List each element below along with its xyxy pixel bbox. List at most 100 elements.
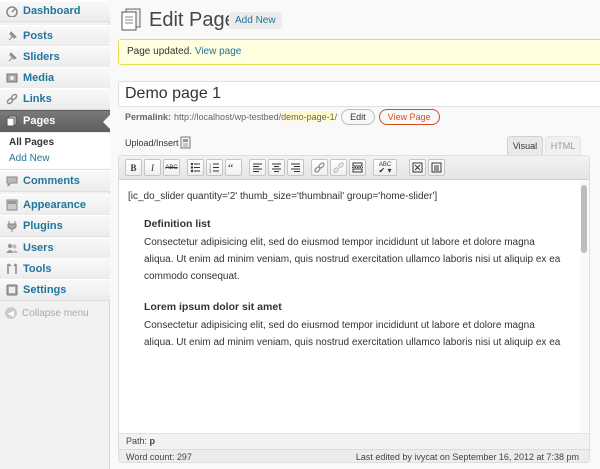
paragraph-line: aliqua. Ut enim ad minim veniam, quis no…	[144, 254, 561, 265]
word-count: Word count: 297	[126, 452, 192, 462]
users-icon	[5, 242, 18, 255]
align-center-button[interactable]	[268, 159, 285, 176]
sidebar-item-links[interactable]: Links	[0, 88, 110, 110]
numbered-list-button[interactable]: 123	[206, 159, 223, 176]
permalink-row: Permalink: http://localhost/wp-testbed/d…	[125, 108, 440, 126]
sidebar-item-label: Links	[23, 93, 52, 105]
sidebar-item-label: Plugins	[23, 220, 63, 232]
tab-visual[interactable]: Visual	[507, 136, 543, 155]
strike-label: ABC	[165, 164, 178, 171]
insert-link-button[interactable]	[311, 159, 328, 176]
media-icon	[5, 72, 18, 85]
fullscreen-button[interactable]	[409, 159, 426, 176]
paragraph-line: commodo consequat.	[144, 271, 240, 282]
editor-content[interactable]: [ic_do_slider quantity='2' thumb_size='t…	[119, 181, 580, 433]
bullet-list-icon	[190, 162, 200, 173]
sidebar-item-comments[interactable]: Comments	[0, 170, 110, 192]
sidebar-item-pages[interactable]: Pages	[0, 110, 111, 132]
add-new-button[interactable]: Add New	[229, 12, 282, 29]
tab-html[interactable]: HTML	[545, 136, 581, 155]
sidebar-item-label: Appearance	[23, 199, 86, 211]
align-center-icon	[272, 163, 281, 172]
submenu-add-new[interactable]: Add New	[9, 153, 50, 164]
post-title-input[interactable]	[118, 81, 600, 107]
sidebar-item-label: Tools	[23, 263, 52, 275]
pages-icon	[5, 115, 18, 128]
sidebar-item-label: Settings	[23, 284, 67, 296]
blockquote-button[interactable]: “	[225, 159, 242, 176]
unlink-icon	[333, 162, 344, 173]
sidebar-item-tools[interactable]: Tools	[0, 258, 110, 280]
tools-icon	[5, 263, 18, 276]
align-left-button[interactable]	[249, 159, 266, 176]
appearance-icon	[5, 199, 18, 212]
section-heading: Definition list	[144, 218, 211, 230]
notice-text: Page updated.	[127, 46, 193, 57]
collapse-menu-label: Collapse menu	[22, 307, 89, 319]
paragraph-line: Consectetur adipisicing elit, sed do eiu…	[144, 237, 535, 248]
sidebar-item-dashboard[interactable]: Dashboard	[0, 0, 110, 22]
permalink-slug[interactable]: demo-page-1	[281, 112, 335, 122]
view-page-button[interactable]: View Page	[378, 109, 440, 125]
sidebar-item-label: Media	[23, 72, 55, 84]
permalink-suffix: /	[334, 112, 338, 122]
sidebar-item-label: Comments	[23, 175, 80, 187]
italic-label: I	[151, 162, 154, 173]
sidebar-item-label: Posts	[23, 30, 53, 42]
pushpin-icon	[5, 51, 18, 64]
view-page-link[interactable]: View page	[195, 46, 242, 57]
update-notice: Page updated. View page	[118, 39, 600, 65]
section-paragraph: Consectetur adipisicing elit, sed do eiu…	[144, 317, 571, 351]
italic-button[interactable]: I	[144, 159, 161, 176]
editor-scrollbar[interactable]	[580, 181, 589, 433]
permalink-label: Permalink:	[125, 112, 172, 122]
section-paragraph: Consectetur adipisicing elit, sed do eiu…	[144, 234, 571, 285]
sidebar-item-label: Users	[23, 242, 54, 254]
spellcheck-button[interactable]: ABC ✔ ▾	[373, 159, 397, 176]
sidebar-item-settings[interactable]: Settings	[0, 279, 110, 301]
plugin-icon	[5, 220, 18, 233]
sidebar-item-label: Dashboard	[23, 5, 81, 17]
kitchen-sink-button[interactable]	[428, 159, 445, 176]
upload-insert-label: Upload/Insert	[125, 138, 179, 148]
checkmark-icon: ✔ ▾	[378, 165, 392, 175]
editor-path-bar: Path: p	[119, 433, 589, 449]
align-right-icon	[291, 163, 300, 172]
scrollbar-thumb[interactable]	[581, 185, 587, 253]
sidebar-item-posts[interactable]: Posts	[0, 25, 110, 47]
more-tag-icon	[352, 162, 363, 173]
unlink-button[interactable]	[330, 159, 347, 176]
comment-icon	[5, 175, 18, 188]
sidebar-item-plugins[interactable]: Plugins	[0, 215, 110, 237]
bullet-list-button[interactable]	[187, 159, 204, 176]
last-edited: Last edited by ivycat on September 16, 2…	[355, 452, 579, 462]
path-element[interactable]: p	[150, 436, 156, 446]
add-media-icon[interactable]	[180, 136, 191, 149]
sidebar-item-sliders[interactable]: Sliders	[0, 46, 110, 68]
section-heading: Lorem ipsum dolor sit amet	[144, 301, 282, 313]
pushpin-icon	[5, 30, 18, 43]
svg-text:“: “	[228, 162, 233, 173]
bold-label: B	[130, 162, 137, 173]
page-title-icon	[121, 8, 141, 31]
sidebar-item-media[interactable]: Media	[0, 67, 110, 89]
bold-button[interactable]: B	[125, 159, 142, 176]
sidebar-item-users[interactable]: Users	[0, 237, 110, 259]
slider-shortcode: [ic_do_slider quantity='2' thumb_size='t…	[128, 191, 438, 202]
collapse-menu-button[interactable]: ◀ Collapse menu	[5, 307, 89, 319]
link-icon	[5, 93, 18, 106]
collapse-arrow-icon: ◀	[5, 307, 17, 319]
numbered-list-icon: 123	[209, 162, 219, 173]
permalink-base: http://localhost/wp-testbed/	[174, 112, 282, 122]
paragraph-line: aliqua. Ut enim ad minim veniam, quis no…	[144, 337, 561, 348]
content-editor: B I ABC 123 “ ABC ✔ ▾ [ic_do_slider quan…	[118, 155, 590, 463]
settings-icon	[5, 284, 18, 297]
edit-permalink-button[interactable]: Edit	[341, 109, 375, 125]
align-right-button[interactable]	[287, 159, 304, 176]
link-icon	[314, 162, 325, 173]
insert-more-button[interactable]	[349, 159, 366, 176]
submenu-all-pages[interactable]: All Pages	[9, 137, 54, 148]
dashboard-icon	[5, 5, 18, 18]
sidebar-item-appearance[interactable]: Appearance	[0, 194, 110, 216]
strikethrough-button[interactable]: ABC	[163, 159, 180, 176]
